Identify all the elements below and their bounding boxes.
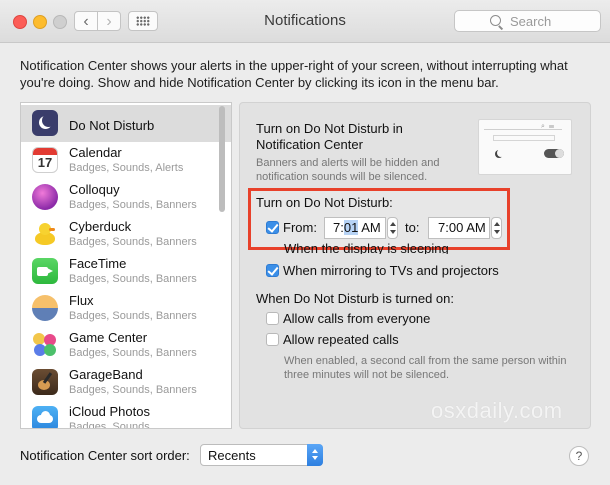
- allow-calls-checkbox[interactable]: [266, 312, 279, 325]
- list-item-subtitle: Badges, Sounds, Banners: [69, 236, 197, 248]
- list-item-name: GarageBand: [69, 367, 143, 382]
- list-item-subtitle: Badges, Sounds: [69, 421, 150, 429]
- facetime-icon: [32, 258, 58, 284]
- list-item-name: Flux: [69, 293, 94, 308]
- moon-icon: [32, 110, 58, 136]
- game-center-icon: [32, 332, 58, 358]
- guitar-icon: [32, 369, 58, 395]
- list-item-name: FaceTime: [69, 256, 127, 271]
- list-item-name: Do Not Disturb: [69, 118, 155, 133]
- list-item-garageband[interactable]: GarageBand Badges, Sounds, Banners: [21, 364, 231, 401]
- section-title: When Do Not Disturb is turned on:: [256, 291, 454, 306]
- from-hour: 7:: [333, 220, 344, 235]
- search-icon: [490, 15, 501, 26]
- description-text: Notification Center shows your alerts in…: [20, 58, 568, 90]
- from-minute-selected[interactable]: 01: [343, 220, 359, 235]
- list-item-cyberduck[interactable]: Cyberduck Badges, Sounds, Banners: [21, 216, 231, 253]
- app-list[interactable]: Do Not Disturb 17 Calendar Badges, Sound…: [20, 102, 232, 429]
- calendar-icon-date: 17: [37, 155, 53, 170]
- list-scrollbar[interactable]: [219, 106, 225, 212]
- to-label: to:: [405, 220, 420, 235]
- moon-icon: [495, 149, 505, 158]
- list-item-icloud-photos[interactable]: iCloud Photos Badges, Sounds: [21, 401, 231, 429]
- list-item-subtitle: Badges, Sounds, Banners: [69, 384, 197, 396]
- colloquy-icon: [32, 184, 58, 210]
- list-item-flux[interactable]: Flux Badges, Sounds, Banners: [21, 290, 231, 327]
- icloud-icon: [32, 406, 58, 428]
- calendar-icon: 17: [32, 147, 58, 173]
- repeated-calls-label: Allow repeated calls: [283, 332, 399, 347]
- sort-order-label: Notification Center sort order:: [20, 448, 190, 463]
- sort-order-select[interactable]: Recents: [200, 444, 323, 466]
- list-item-colloquy[interactable]: Colloquy Badges, Sounds, Banners: [21, 179, 231, 216]
- list-item-subtitle: Badges, Sounds, Banners: [69, 273, 197, 285]
- repeated-calls-note: When enabled, a second call from the sam…: [284, 355, 567, 381]
- list-item-subtitle: Badges, Sounds, Banners: [69, 347, 197, 359]
- list-item-name: Calendar: [69, 145, 122, 160]
- from-time-stepper[interactable]: [387, 217, 398, 239]
- to-time-field[interactable]: 7:00 AM: [428, 217, 490, 239]
- repeated-calls-checkbox[interactable]: [266, 333, 279, 346]
- list-item-subtitle: Badges, Sounds, Alerts: [69, 162, 184, 174]
- search-placeholder: Search: [510, 14, 552, 29]
- search-input[interactable]: Search: [454, 10, 601, 32]
- list-item-subtitle: Badges, Sounds, Banners: [69, 199, 197, 211]
- list-item-name: Game Center: [69, 330, 148, 345]
- watermark: osxdaily.com: [431, 398, 563, 423]
- duck-icon: [32, 221, 58, 247]
- list-item-facetime[interactable]: FaceTime Badges, Sounds, Banners: [21, 253, 231, 290]
- list-item-name: Colloquy: [69, 182, 120, 197]
- mirroring-checkbox[interactable]: [266, 264, 279, 277]
- toggle-icon: [544, 149, 564, 158]
- updown-arrows-icon: [307, 444, 323, 466]
- help-button[interactable]: ?: [569, 446, 589, 466]
- allow-calls-label: Allow calls from everyone: [283, 311, 431, 326]
- menu-bar-preview-image: ⌕ ☰: [478, 119, 572, 175]
- list-item-do-not-disturb[interactable]: Do Not Disturb: [21, 105, 231, 142]
- schedule-label: Turn on Do Not Disturb:: [256, 195, 393, 210]
- list-item-name: iCloud Photos: [69, 404, 150, 419]
- list-item-subtitle: Badges, Sounds, Banners: [69, 310, 197, 322]
- mirroring-label: When mirroring to TVs and projectors: [283, 263, 499, 278]
- to-time-stepper[interactable]: [491, 217, 502, 239]
- panel-title: Turn on Do Not Disturb in Notification C…: [256, 121, 403, 152]
- panel-subtitle: Banners and alerts will be hidden and no…: [256, 157, 440, 183]
- from-time-field[interactable]: 7:01 AM: [324, 217, 386, 239]
- list-item-calendar[interactable]: 17 Calendar Badges, Sounds, Alerts: [21, 142, 231, 179]
- list-item-game-center[interactable]: Game Center Badges, Sounds, Banners: [21, 327, 231, 364]
- list-item-name: Cyberduck: [69, 219, 132, 234]
- sort-order-value: Recents: [208, 448, 256, 463]
- from-label: From:: [283, 220, 317, 235]
- from-checkbox[interactable]: [266, 221, 279, 234]
- display-sleeping-label: When the display is sleeping: [284, 242, 449, 254]
- title-bar: ‹ › Notifications Search: [0, 0, 610, 43]
- from-ampm: AM: [358, 220, 381, 235]
- flux-icon: [32, 295, 58, 321]
- to-time: 7:00 AM: [438, 220, 486, 235]
